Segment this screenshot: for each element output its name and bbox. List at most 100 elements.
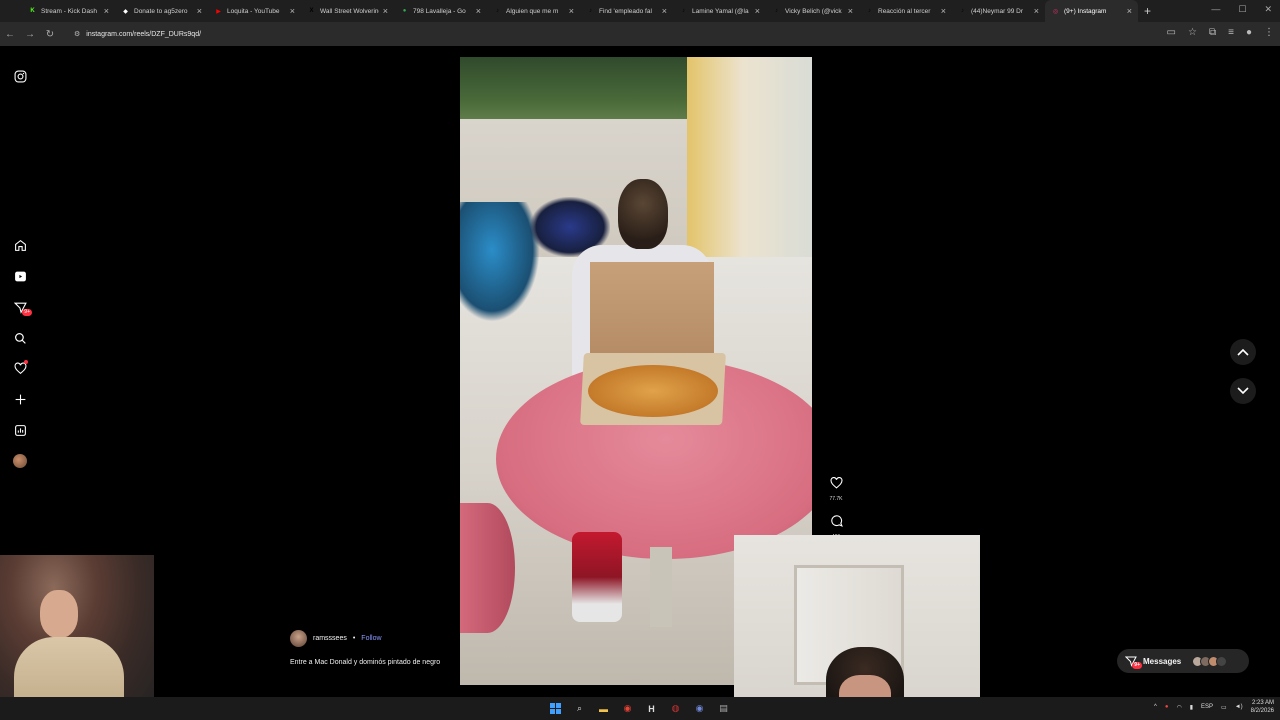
browser-tab[interactable]: ♪ Alguien que me m × [487,0,580,22]
menu-kebab-icon[interactable]: ⋮ [1264,27,1274,38]
discord-icon[interactable]: ◉ [690,699,709,718]
mic-icon[interactable]: ▮ [1190,704,1193,711]
messages-button[interactable]: 9+ Messages [1117,649,1249,673]
tab-close-icon[interactable]: × [941,6,946,16]
tab-close-icon[interactable]: × [1127,6,1132,16]
chevron-up-icon [1237,348,1249,356]
reel-navigation [1230,339,1256,417]
tab-close-icon[interactable]: × [662,6,667,16]
browser-tab[interactable]: ▶ Loquita - YouTube × [208,0,301,22]
clock[interactable]: 2:23 AM 8/2/2026 [1251,699,1274,715]
volume-icon[interactable]: ◄) [1235,704,1243,710]
messages-badge: 9+ [1132,662,1142,669]
app-window-icon[interactable]: ▤ [714,699,733,718]
browser-tab[interactable]: ● 798 Lavalleja - Go × [394,0,487,22]
reload-button[interactable]: ↻ [40,29,60,40]
back-button[interactable]: ← [0,29,20,40]
forward-button[interactable]: → [20,29,40,40]
tab-close-icon[interactable]: × [1034,6,1039,16]
author-username[interactable]: ramsssees [313,635,347,642]
messenger-icon: 9+ [1125,655,1142,669]
browser-tab[interactable]: K Stream - Kick Dash × [22,0,115,22]
browser-tab[interactable]: ♪ (44)Neymar 99 Dr × [952,0,1045,22]
direct-messages-icon[interactable]: 9+ [10,297,32,317]
browser-tab[interactable]: ♪ Reacción al tercer × [859,0,952,22]
notifications-badge: 9+ [22,309,32,316]
tab-close-icon[interactable]: × [569,6,574,16]
tray-chevron-up-icon[interactable]: ^ [1154,704,1157,710]
maximize-button[interactable]: ☐ [1238,4,1246,15]
heart-notifications-icon[interactable] [10,358,30,378]
app-h-icon[interactable]: H [642,699,661,718]
tab-label: Donate to ag5zero [134,7,188,15]
like-heart-icon[interactable] [830,476,843,494]
tab-label: Loquita - YouTube [227,7,280,15]
site-info-icon[interactable]: ⚙ [74,30,80,38]
taskbar-search-icon[interactable]: ⌕ [570,699,589,718]
instagram-logo-icon[interactable] [10,66,30,86]
browser-tab[interactable]: ♪ Find 'empleado fal × [580,0,673,22]
home-icon[interactable] [10,235,30,255]
network-icon[interactable]: ▭ [1221,704,1227,711]
tab-favicon-icon: ◆ [123,8,128,15]
tab-close-icon[interactable]: × [848,6,853,16]
follow-button[interactable]: Follow [361,635,381,642]
wifi-icon[interactable]: ◠ [1176,704,1181,711]
streamer-webcam-right [734,535,980,720]
windows-taskbar: ⌕ ▬ ◉ H ◍ ◉ ▤ ^ ● ◠ ▮ ESP ▭ ◄) 2:23 AM 8… [0,697,1280,720]
clock-date: 8/2/2026 [1250,708,1274,714]
tray-app-icon[interactable]: ● [1165,704,1169,710]
tab-favicon-icon: ♪ [496,8,499,14]
close-window-button[interactable]: ✕ [1264,4,1272,15]
minimize-button[interactable]: — [1211,4,1220,15]
clock-time: 2:23 AM [1251,700,1274,706]
browser-tab[interactable]: ◎ (9+) Instagram × [1045,0,1138,22]
tab-favicon-icon: ♪ [775,8,778,14]
browser-tab[interactable]: ♪ Vicky Belich (@vick × [766,0,859,22]
chrome-icon[interactable]: ◉ [618,699,637,718]
tab-close-icon[interactable]: × [383,6,388,16]
browser-tab[interactable]: ♪ Lamine Yamal (@la × [673,0,766,22]
profile-avatar[interactable] [10,451,30,471]
bookmark-star-icon[interactable]: ☆ [1188,27,1197,38]
tab-label: Lamine Yamal (@la [692,7,749,15]
file-explorer-icon[interactable]: ▬ [594,699,613,718]
reel-caption: Entre a Mac Donald y dominós pintado de … [290,659,441,666]
reels-icon[interactable] [10,266,30,286]
new-tab-button[interactable]: + [1144,4,1151,18]
tab-favicon-icon: ♪ [682,8,685,14]
profile-avatar[interactable]: ● [1246,27,1252,38]
reel-author-row: ramsssees • Follow [290,630,382,647]
tab-label: Reacción al tercer [878,7,931,15]
create-plus-icon[interactable] [10,389,30,409]
tab-favicon-icon: ♪ [589,8,592,14]
browser-tab[interactable]: X Wall Street Wolverine × [301,0,394,22]
tab-close-icon[interactable]: × [197,6,202,16]
search-icon[interactable] [10,328,30,348]
separator-dot: • [352,635,356,642]
tab-close-icon[interactable]: × [290,6,295,16]
tab-label: (44)Neymar 99 Dr [971,7,1024,15]
media-control-icon[interactable]: ≡ [1228,27,1234,38]
comment-bubble-icon[interactable] [830,514,843,532]
next-reel-button[interactable] [1230,378,1256,404]
author-avatar[interactable] [290,630,307,647]
cast-icon[interactable]: ▭ [1167,27,1176,38]
tab-favicon-icon: K [30,8,35,14]
url-field[interactable]: ⚙ instagram.com/reels/DZF_DURs9qd/ [68,25,1128,43]
address-bar-row: ← → ↻ ⚙ instagram.com/reels/DZF_DURs9qd/… [0,22,1280,46]
dashboard-icon[interactable] [10,420,30,440]
likes-count: 77.7K [829,496,843,502]
previous-reel-button[interactable] [1230,339,1256,365]
language-indicator[interactable]: ESP [1201,704,1213,710]
tab-close-icon[interactable]: × [476,6,481,16]
activity-dot [24,360,28,364]
tab-close-icon[interactable]: × [104,6,109,16]
windows-start-icon[interactable] [546,699,565,718]
extensions-icon[interactable]: ⧉ [1209,27,1216,38]
tab-close-icon[interactable]: × [755,6,760,16]
app-red-icon[interactable]: ◍ [666,699,685,718]
tab-label: Wall Street Wolverine [320,7,379,15]
browser-tab[interactable]: ◆ Donate to ag5zero × [115,0,208,22]
tab-favicon-icon: ♪ [868,8,871,14]
